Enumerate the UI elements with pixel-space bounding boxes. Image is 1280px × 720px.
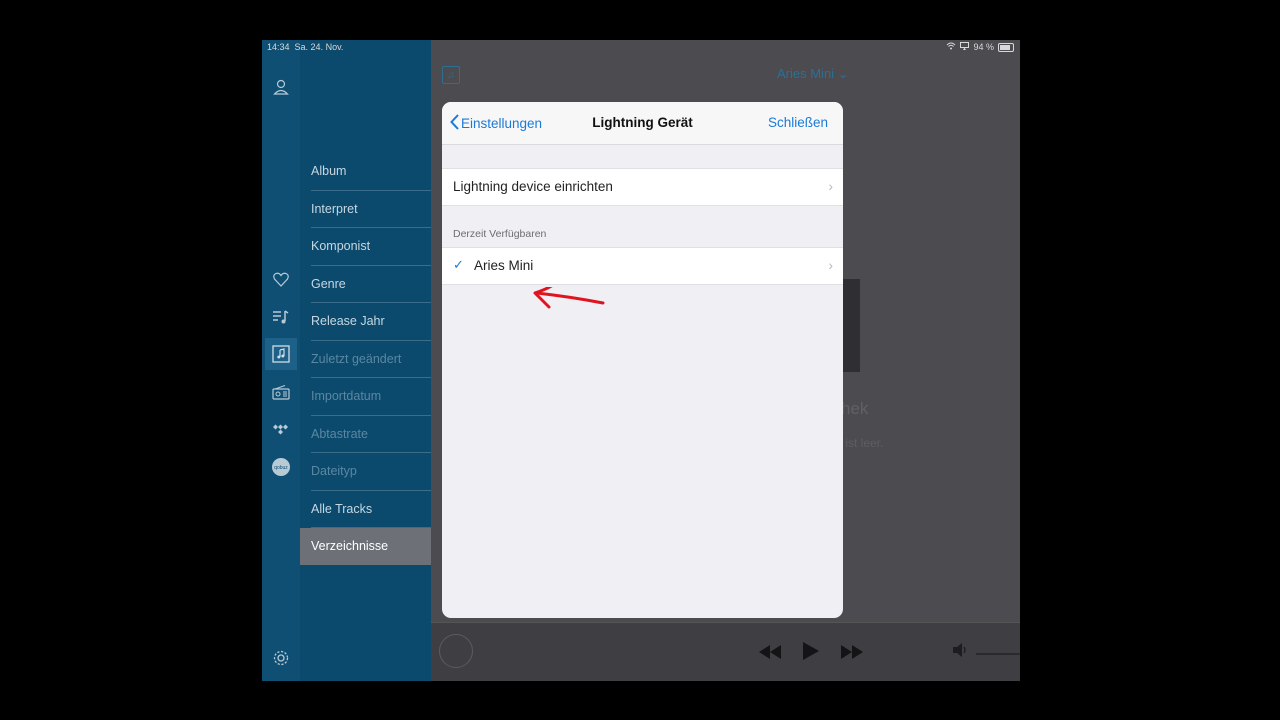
sidebar-item-genre[interactable]: Genre [311,266,431,303]
sidebar-item-release-jahr[interactable]: Release Jahr [311,303,431,341]
device-selector[interactable]: Aries Mini ⌄ [777,66,849,82]
volume-slider[interactable] [976,653,1020,655]
tidal-icon[interactable] [271,420,291,440]
person-icon[interactable] [271,77,291,97]
gear-icon[interactable] [271,648,291,668]
device-title: Aries Mini [777,66,835,81]
screen-mirror-icon [960,42,970,52]
device-row-aries-mini[interactable]: ✓ Aries Mini › [442,247,843,285]
sidebar-item-importdatum[interactable]: Importdatum [311,378,431,416]
fast-forward-icon[interactable] [841,643,863,664]
qobuz-icon[interactable]: qobuz [271,457,291,477]
album-art-placeholder[interactable] [439,634,473,668]
empty-library-title: hek [841,399,869,418]
setup-device-label: Lightning device einrichten [453,179,613,194]
status-bar: 14:34 Sa. 24. Nov. 94 % [262,40,1020,54]
wifi-icon [946,42,956,52]
lightning-device-dialog: Einstellungen Lightning Gerät Schließen … [442,102,843,618]
status-time: 14:34 Sa. 24. Nov. [267,42,344,52]
icon-bar: qobuz [262,40,300,681]
sidebar-item-zuletzt-geaendert[interactable]: Zuletzt geändert [311,341,431,378]
sidebar-item-dateityp[interactable]: Dateityp [311,453,431,491]
top-bar: ♫ Aries Mini ⌄ [431,54,1020,94]
ipad-screen: 14:34 Sa. 24. Nov. 94 % qobuz Album Inte… [262,40,1020,681]
dialog-header: Einstellungen Lightning Gerät Schließen [442,102,843,145]
empty-library-message: k ist leer. [836,436,884,450]
battery-icon [998,42,1014,52]
volume-icon[interactable] [953,643,969,660]
sidebar-item-album[interactable]: Album [311,153,431,191]
red-arrow-annotation [533,287,605,309]
status-right: 94 % [946,42,1014,52]
library-sidebar: Album Interpret Komponist Genre Release … [300,40,431,681]
library-menu: Album Interpret Komponist Genre Release … [300,153,431,565]
rewind-icon[interactable] [759,643,781,664]
close-button[interactable]: Schließen [768,115,828,130]
radio-icon[interactable] [271,382,291,402]
chevron-down-icon: ⌄ [834,66,849,81]
music-note-icon[interactable]: ♫ [442,66,460,84]
sidebar-item-interpret[interactable]: Interpret [311,191,431,228]
sidebar-item-komponist[interactable]: Komponist [311,228,431,266]
qobuz-logo-text: qobuz [274,465,288,471]
library-icon[interactable] [265,338,297,370]
play-icon[interactable] [803,642,819,665]
section-header: Derzeit Verfügbaren [453,228,547,240]
device-label: Aries Mini [474,258,534,273]
sidebar-item-verzeichnisse[interactable]: Verzeichnisse [300,528,431,565]
heart-icon[interactable] [271,269,291,289]
battery-percent: 94 % [973,42,994,52]
player-bar [431,622,1020,681]
sidebar-item-abtastrate[interactable]: Abtastrate [311,416,431,453]
chevron-right-icon: › [828,178,833,194]
playlist-icon[interactable] [271,307,291,327]
setup-device-row[interactable]: Lightning device einrichten › [442,168,843,206]
sidebar-item-alle-tracks[interactable]: Alle Tracks [311,491,431,528]
chevron-right-icon: › [828,257,833,273]
checkmark-icon: ✓ [453,257,464,272]
